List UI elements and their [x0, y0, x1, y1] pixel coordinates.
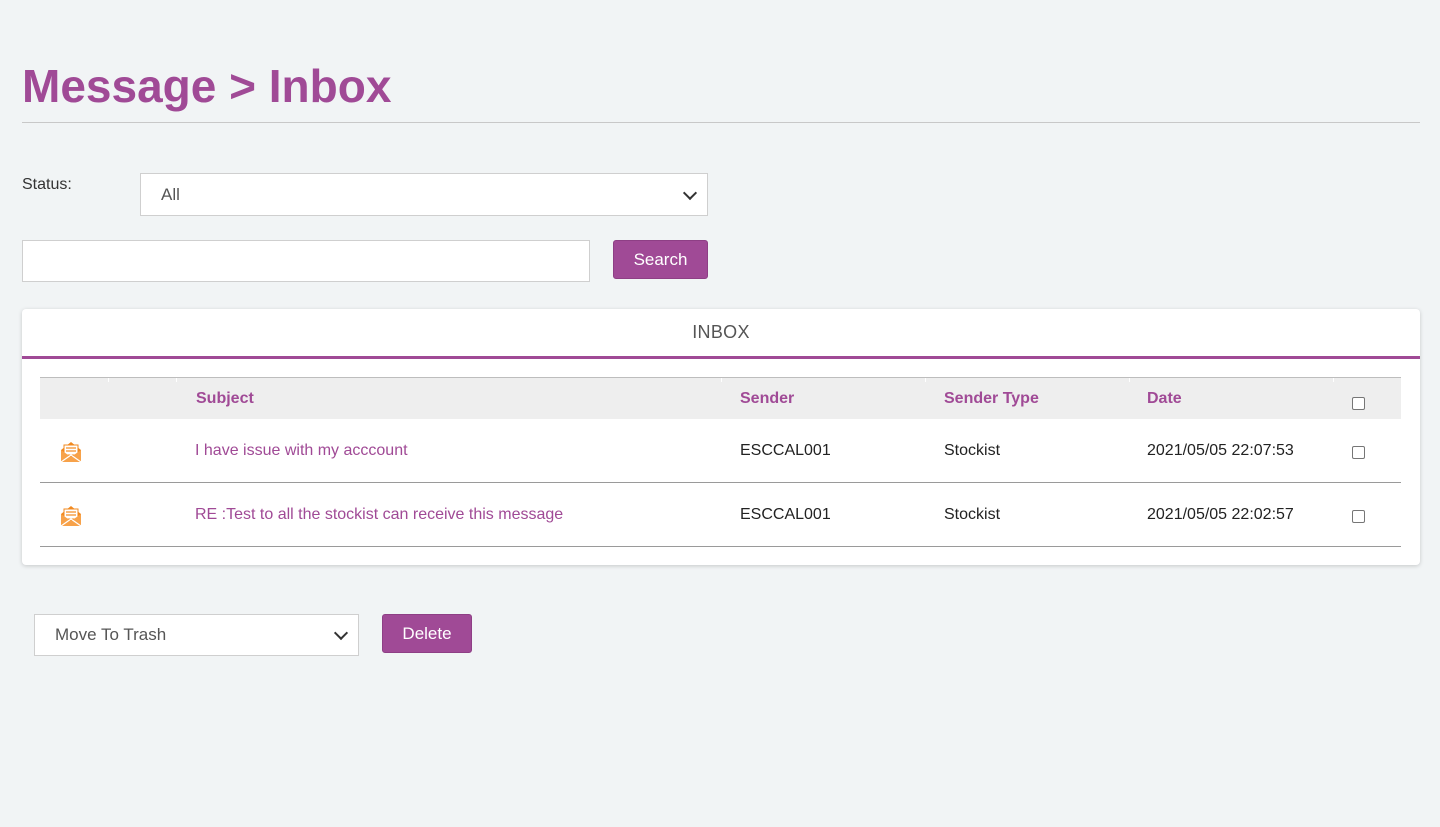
message-subject-link[interactable]: RE :Test to all the stockist can receive… — [195, 483, 563, 546]
message-date: 2021/05/05 22:07:53 — [1147, 441, 1294, 459]
column-header-date[interactable]: Date — [1147, 378, 1182, 419]
column-header-sender-type[interactable]: Sender Type — [944, 378, 1039, 419]
inbox-header: INBOX — [22, 309, 1420, 359]
message-sender-type: Stockist — [944, 441, 1001, 459]
status-label: Status: — [22, 176, 72, 193]
column-divider — [721, 378, 722, 382]
bulk-action-select[interactable]: Move To Trash — [34, 614, 359, 656]
delete-button[interactable]: Delete — [382, 614, 472, 653]
column-divider — [176, 378, 177, 382]
search-button[interactable]: Search — [613, 240, 708, 279]
message-sender: ESCCAL001 — [740, 441, 831, 459]
column-divider — [925, 378, 926, 382]
row-checkbox[interactable] — [1352, 446, 1365, 459]
column-divider — [1333, 378, 1334, 382]
table-row[interactable]: I have issue with my acccount ESCCAL001 … — [40, 419, 1401, 483]
table-header-row: Subject Sender Sender Type Date — [40, 377, 1401, 419]
mail-open-icon — [60, 442, 82, 463]
search-input[interactable] — [22, 240, 590, 282]
chevron-down-icon — [333, 625, 349, 641]
inbox-table: Subject Sender Sender Type Date I have i… — [40, 377, 1401, 547]
inbox-card: INBOX Subject Sender Sender Type Date I … — [22, 309, 1420, 565]
row-checkbox[interactable] — [1352, 510, 1365, 523]
message-subject-link[interactable]: I have issue with my acccount — [195, 419, 408, 482]
column-header-subject[interactable]: Subject — [196, 378, 254, 419]
mail-open-icon — [60, 506, 82, 527]
status-select[interactable]: All — [140, 173, 708, 216]
page-title: Message > Inbox — [22, 60, 392, 112]
select-all-checkbox[interactable] — [1352, 397, 1365, 410]
column-divider — [1129, 378, 1130, 382]
column-divider — [108, 378, 109, 382]
message-sender-type: Stockist — [944, 505, 1001, 523]
table-row[interactable]: RE :Test to all the stockist can receive… — [40, 483, 1401, 547]
message-sender: ESCCAL001 — [740, 505, 831, 523]
title-divider — [22, 122, 1420, 123]
bulk-action-value: Move To Trash — [55, 625, 167, 644]
message-date: 2021/05/05 22:02:57 — [1147, 505, 1294, 523]
status-select-value: All — [161, 184, 180, 204]
chevron-down-icon — [682, 185, 698, 200]
column-header-sender[interactable]: Sender — [740, 378, 794, 419]
